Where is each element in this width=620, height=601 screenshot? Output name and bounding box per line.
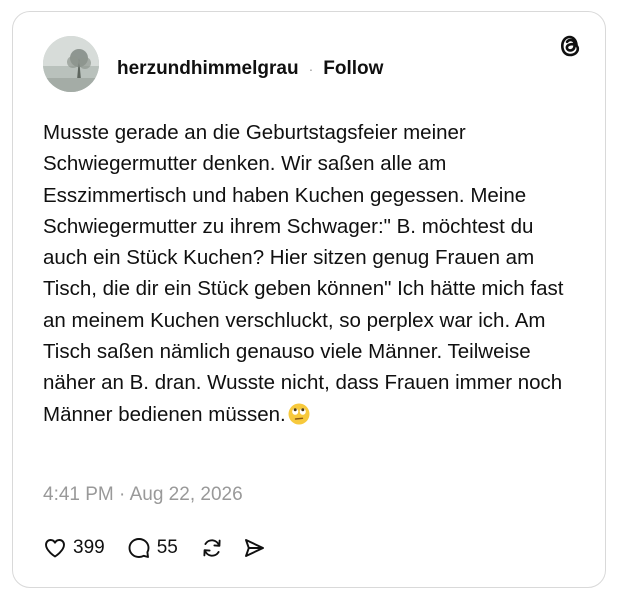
threads-logo-icon[interactable]	[557, 32, 583, 60]
share-button[interactable]	[242, 536, 266, 560]
reply-button[interactable]: 55	[127, 536, 178, 560]
face-with-rolling-eyes-icon	[288, 403, 310, 425]
like-button[interactable]: 399	[43, 536, 105, 560]
send-icon	[244, 539, 264, 557]
post-text: Musste gerade an die Geburtstagsfeier me…	[43, 121, 564, 426]
repost-icon	[203, 539, 221, 557]
follow-button[interactable]: Follow	[323, 58, 383, 80]
avatar[interactable]	[43, 36, 99, 92]
repost-button[interactable]	[200, 536, 224, 560]
like-count: 399	[73, 537, 105, 558]
heart-icon	[45, 539, 65, 558]
post-header: herzundhimmelgrau · Follow	[117, 58, 383, 80]
post-timestamp[interactable]: 4:41 PM · Aug 22, 2026	[43, 484, 243, 506]
separator-dot: ·	[308, 61, 314, 77]
reply-count: 55	[156, 537, 178, 558]
post-card: herzundhimmelgrau · Follow Musste gerade…	[12, 11, 606, 588]
action-bar: 399 55	[43, 536, 266, 560]
post-body: Musste gerade an die Geburtstagsfeier me…	[43, 117, 583, 430]
comment-bubble-icon	[128, 538, 150, 558]
username-link[interactable]: herzundhimmelgrau	[117, 58, 299, 80]
